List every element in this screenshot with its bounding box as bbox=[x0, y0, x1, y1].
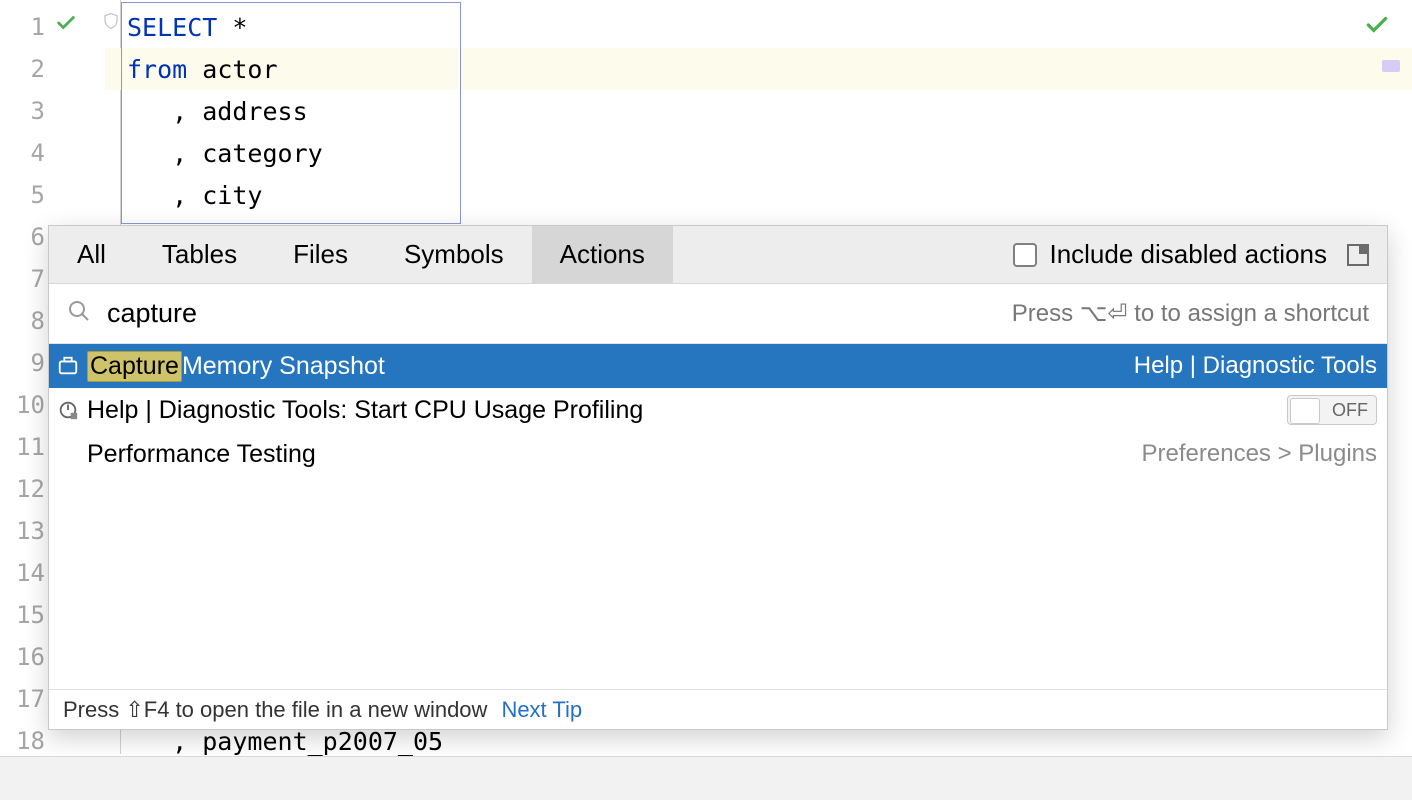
code-line[interactable]: , address bbox=[105, 90, 1412, 132]
open-in-window-icon[interactable] bbox=[1347, 244, 1369, 266]
tab-actions[interactable]: Actions bbox=[532, 226, 673, 283]
include-disabled-checkbox[interactable] bbox=[1013, 243, 1037, 267]
scrollbar-marker bbox=[1382, 60, 1400, 72]
result-label: Capture Memory Snapshot bbox=[87, 351, 385, 382]
result-row[interactable]: Help | Diagnostic Tools: Start CPU Usage… bbox=[49, 388, 1387, 432]
popup-tabs: AllTablesFilesSymbolsActions Include dis… bbox=[49, 226, 1387, 284]
result-location: Preferences > Plugins bbox=[1142, 440, 1377, 468]
footer-tip: Press ⇧F4 to open the file in a new wind… bbox=[63, 697, 487, 723]
tab-all[interactable]: All bbox=[49, 226, 134, 283]
toggle-switch[interactable]: OFF bbox=[1287, 395, 1377, 425]
code-line[interactable]: SELECT * bbox=[105, 6, 1412, 48]
tab-tables[interactable]: Tables bbox=[134, 226, 265, 283]
cpu-icon bbox=[55, 397, 81, 423]
line-number: 4 bbox=[0, 132, 105, 174]
run-check-icon[interactable] bbox=[55, 12, 77, 39]
snapshot-icon bbox=[55, 353, 81, 379]
code-line[interactable]: from actor bbox=[105, 48, 1412, 90]
line-number: 1 bbox=[0, 6, 105, 48]
include-disabled-label: Include disabled actions bbox=[1049, 239, 1327, 270]
popup-footer: Press ⇧F4 to open the file in a new wind… bbox=[49, 689, 1387, 729]
search-everywhere-popup: AllTablesFilesSymbolsActions Include dis… bbox=[48, 225, 1388, 730]
result-row[interactable]: Capture Memory Snapshot Help | Diagnostic… bbox=[49, 344, 1387, 388]
inspection-ok-icon[interactable] bbox=[1364, 12, 1390, 44]
search-icon bbox=[67, 299, 91, 328]
status-bar bbox=[0, 756, 1412, 800]
result-label: Help | Diagnostic Tools: Start CPU Usage… bbox=[87, 396, 643, 425]
line-number: 5 bbox=[0, 174, 105, 216]
search-input[interactable] bbox=[107, 298, 1012, 329]
result-location: Help | Diagnostic Tools bbox=[1134, 352, 1377, 380]
line-number: 3 bbox=[0, 90, 105, 132]
results-list: Capture Memory Snapshot Help | Diagnostic… bbox=[49, 344, 1387, 689]
blank-icon bbox=[55, 441, 81, 467]
line-number: 2 bbox=[0, 48, 105, 90]
code-line[interactable]: , city bbox=[105, 174, 1412, 216]
code-line[interactable]: , category bbox=[105, 132, 1412, 174]
include-disabled-option[interactable]: Include disabled actions bbox=[1013, 226, 1387, 283]
result-row[interactable]: Performance Testing Preferences > Plugins bbox=[49, 432, 1387, 476]
result-label: Performance Testing bbox=[87, 440, 316, 469]
popup-search-row: Press ⌥⏎ to to assign a shortcut bbox=[49, 284, 1387, 344]
search-hint: Press ⌥⏎ to to assign a shortcut bbox=[1012, 299, 1369, 328]
tab-symbols[interactable]: Symbols bbox=[376, 226, 532, 283]
next-tip-link[interactable]: Next Tip bbox=[501, 697, 582, 723]
tab-files[interactable]: Files bbox=[265, 226, 376, 283]
